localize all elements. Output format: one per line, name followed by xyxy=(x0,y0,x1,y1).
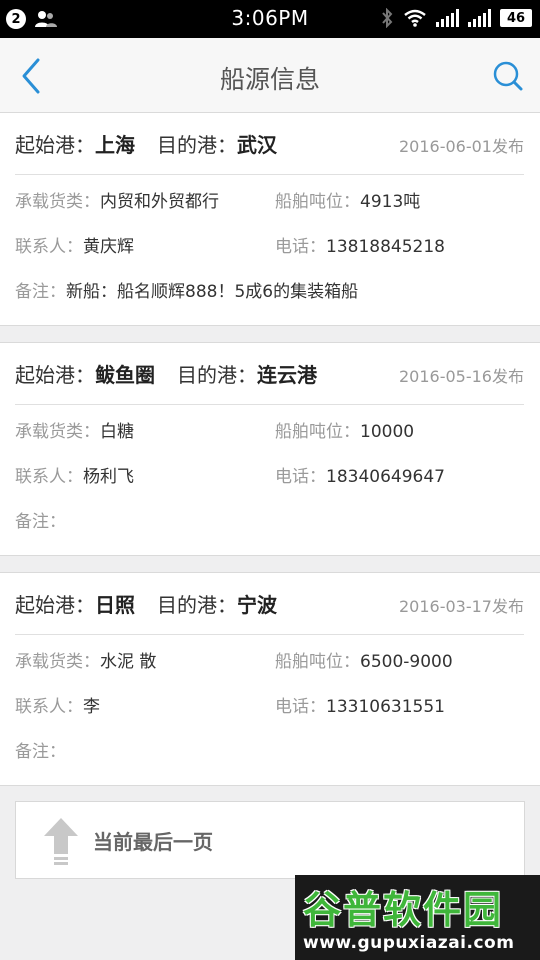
divider xyxy=(15,634,524,635)
contact-label: 联系人： xyxy=(15,467,83,487)
listing-card[interactable]: 起始港：日照 目的港：宁波 2016-03-17发布 承载货类：水泥 散 船舶吨位… xyxy=(0,572,540,786)
contact-field: 联系人：李 xyxy=(15,692,100,717)
destination-port: 宁波 xyxy=(237,593,277,617)
page-title: 船源信息 xyxy=(219,65,320,94)
arrow-up-icon xyxy=(44,818,78,865)
remark-label: 备注： xyxy=(15,512,66,532)
destination-label: 目的港： xyxy=(157,593,237,617)
destination-label: 目的港： xyxy=(177,363,257,387)
cargo-value: 白糖 xyxy=(100,422,134,442)
route: 起始港：日照 目的港：宁波 xyxy=(15,589,277,618)
listing-card[interactable]: 起始港：鲅鱼圈 目的港：连云港 2016-05-16发布 承载货类：白糖 船舶吨位… xyxy=(0,342,540,556)
card-header: 起始港：日照 目的港：宁波 2016-03-17发布 xyxy=(15,589,524,621)
remark-value: 新船：船名顺辉888！5成6的集装箱船 xyxy=(66,282,359,302)
divider xyxy=(15,404,524,405)
phone-label: 电话： xyxy=(275,467,326,487)
signal-icon xyxy=(436,9,459,27)
route: 起始港：鲅鱼圈 目的港：连云港 xyxy=(15,359,317,388)
origin-port: 上海 xyxy=(95,133,135,157)
tonnage-value: 6500-9000 xyxy=(360,652,453,672)
destination-port: 武汉 xyxy=(237,133,277,157)
cargo-field: 承载货类：白糖 xyxy=(15,417,134,442)
last-page-label: 当前最后一页 xyxy=(93,830,213,854)
watermark: 谷普软件园 www.gupuxiazai.com xyxy=(295,875,540,960)
tonnage-value: 4913吨 xyxy=(360,192,421,212)
cargo-field: 承载货类：水泥 散 xyxy=(15,647,156,672)
phone-field[interactable]: 电话：18340649647 xyxy=(275,462,445,487)
remark-field: 备注： xyxy=(15,507,66,532)
origin-port: 日照 xyxy=(95,593,135,617)
search-icon xyxy=(493,61,523,91)
search-button[interactable] xyxy=(490,58,526,94)
contact-value: 李 xyxy=(83,697,100,717)
origin-port: 鲅鱼圈 xyxy=(95,363,155,387)
card-header: 起始港：上海 目的港：武汉 2016-06-01发布 xyxy=(15,129,524,161)
battery-level: 46 xyxy=(500,9,532,27)
publish-date: 2016-05-16发布 xyxy=(399,367,524,386)
tonnage-field: 船舶吨位：10000 xyxy=(275,417,414,442)
signal-icon-2 xyxy=(468,9,491,27)
publish-date: 2016-03-17发布 xyxy=(399,597,524,616)
contact-field: 联系人：杨利飞 xyxy=(15,462,134,487)
phone-label: 电话： xyxy=(275,697,326,717)
contact-field: 联系人：黄庆辉 xyxy=(15,232,134,257)
contact-value: 黄庆辉 xyxy=(83,237,134,257)
card-header: 起始港：鲅鱼圈 目的港：连云港 2016-05-16发布 xyxy=(15,359,524,391)
destination-label: 目的港： xyxy=(157,133,237,157)
tonnage-label: 船舶吨位： xyxy=(275,652,360,672)
remark-field: 备注：新船：船名顺辉888！5成6的集装箱船 xyxy=(15,277,358,302)
nav-bar: 船源信息 xyxy=(0,38,540,113)
phone-value[interactable]: 18340649647 xyxy=(326,467,445,487)
cargo-label: 承载货类： xyxy=(15,652,100,672)
phone-value[interactable]: 13310631551 xyxy=(326,697,445,717)
tonnage-label: 船舶吨位： xyxy=(275,422,360,442)
publish-date: 2016-06-01发布 xyxy=(399,137,524,156)
origin-label: 起始港： xyxy=(15,593,95,617)
tonnage-value: 10000 xyxy=(360,422,415,442)
phone-label: 电话： xyxy=(275,237,326,257)
watermark-url: www.gupuxiazai.com xyxy=(303,933,515,953)
listing-card[interactable]: 起始港：上海 目的港：武汉 2016-06-01发布 承载货类：内贸和外贸都行 船… xyxy=(0,112,540,326)
contact-label: 联系人： xyxy=(15,697,83,717)
divider xyxy=(15,174,524,175)
last-page-indicator[interactable]: 当前最后一页 xyxy=(15,801,525,879)
contact-value: 杨利飞 xyxy=(83,467,134,487)
phone-field[interactable]: 电话：13310631551 xyxy=(275,692,445,717)
tonnage-label: 船舶吨位： xyxy=(275,192,360,212)
status-right: 46 xyxy=(380,8,532,28)
watermark-logo: 谷普软件园 xyxy=(303,888,504,932)
origin-label: 起始港： xyxy=(15,363,95,387)
remark-label: 备注： xyxy=(15,742,66,762)
cargo-label: 承载货类： xyxy=(15,422,100,442)
cargo-value: 内贸和外贸都行 xyxy=(100,192,219,212)
bluetooth-icon xyxy=(382,8,393,28)
tonnage-field: 船舶吨位：4913吨 xyxy=(275,187,420,212)
contact-label: 联系人： xyxy=(15,237,83,257)
destination-port: 连云港 xyxy=(257,363,317,387)
origin-label: 起始港： xyxy=(15,133,95,157)
cargo-field: 承载货类：内贸和外贸都行 xyxy=(15,187,219,212)
wifi-icon xyxy=(404,9,426,27)
phone-field[interactable]: 电话：13818845218 xyxy=(275,232,445,257)
cargo-label: 承载货类： xyxy=(15,192,100,212)
phone-value[interactable]: 13818845218 xyxy=(326,237,445,257)
remark-field: 备注： xyxy=(15,737,66,762)
remark-label: 备注： xyxy=(15,282,66,302)
tonnage-field: 船舶吨位：6500-9000 xyxy=(275,647,453,672)
route: 起始港：上海 目的港：武汉 xyxy=(15,129,277,158)
status-bar: 2 3:06PM 46 xyxy=(0,0,540,38)
cargo-value: 水泥 散 xyxy=(100,652,157,672)
